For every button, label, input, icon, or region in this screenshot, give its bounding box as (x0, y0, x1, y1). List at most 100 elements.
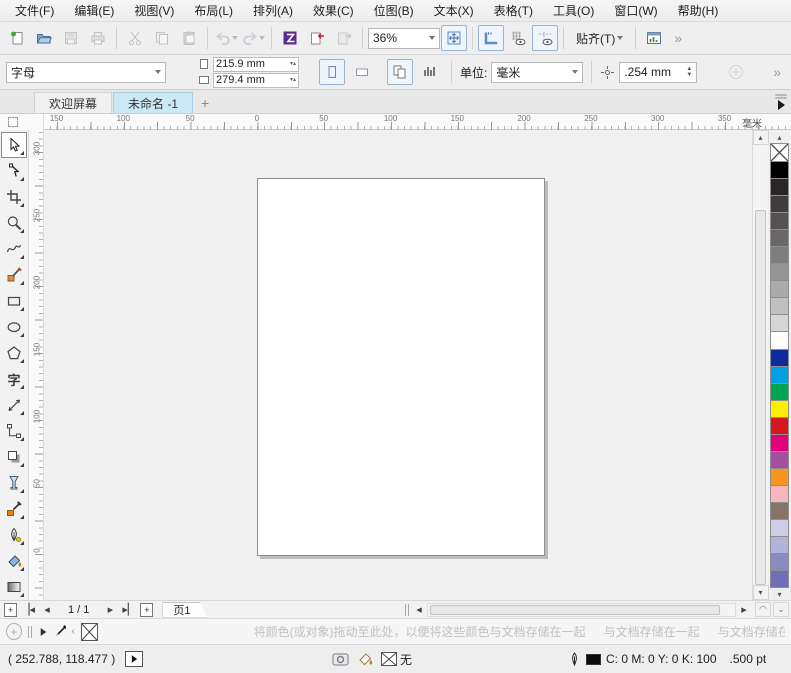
search-content-button[interactable] (277, 25, 303, 51)
spinner-arrows-icon[interactable]: ▲ ▼ (686, 66, 692, 78)
color-swatch[interactable] (771, 554, 788, 572)
undo-dropdown-arrow[interactable] (232, 36, 238, 40)
ellipse-tool[interactable] (1, 314, 27, 340)
new-tab-button[interactable]: + (194, 93, 216, 113)
color-swatch[interactable] (771, 281, 788, 299)
menu-item[interactable]: 排列(A) (244, 0, 302, 21)
text-tool[interactable]: 字 (1, 366, 27, 392)
current-page-button[interactable] (417, 59, 443, 85)
eyedropper-icon[interactable] (53, 624, 66, 639)
portrait-button[interactable] (319, 59, 345, 85)
tab-untitled-1[interactable]: 未命名 -1 (113, 92, 194, 113)
landscape-button[interactable] (349, 59, 375, 85)
menu-item[interactable]: 位图(B) (365, 0, 423, 21)
shape-tool[interactable] (1, 158, 27, 184)
page-width-input[interactable]: 215.9 mm ▾▴ (213, 56, 299, 72)
color-swatch[interactable] (771, 468, 788, 486)
pan-icon[interactable]: ◠ (755, 602, 771, 617)
horizontal-scrollbar-track[interactable] (427, 602, 736, 617)
add-page-end-button[interactable]: + (140, 602, 154, 617)
copy-button[interactable] (149, 25, 175, 51)
redo-dropdown-arrow[interactable] (259, 36, 265, 40)
page-preset-combo[interactable]: 字母 (6, 61, 166, 83)
menu-item[interactable]: 表格(T) (485, 0, 542, 21)
scroll-down-button[interactable]: ▾ (752, 585, 769, 600)
expand-arrow-icon[interactable] (40, 627, 46, 636)
zoom-tool[interactable] (1, 210, 27, 236)
cut-button[interactable] (122, 25, 148, 51)
fill-status-icon[interactable] (357, 651, 373, 667)
options-button[interactable] (641, 25, 667, 51)
document-page[interactable] (257, 178, 545, 556)
color-swatch[interactable] (771, 230, 788, 248)
previous-page-button[interactable]: ◂ (39, 602, 55, 617)
color-swatch[interactable] (771, 213, 788, 231)
scroll-right-button[interactable]: ▸ (736, 602, 752, 617)
connector-tool[interactable] (1, 418, 27, 444)
plus-circle-icon[interactable]: + (6, 623, 22, 640)
tab-welcome-screen[interactable]: 欢迎屏幕 (34, 92, 113, 113)
spinner-arrows-icon[interactable]: ▾▴ (290, 61, 296, 67)
vertical-scrollbar-thumb[interactable] (755, 210, 766, 585)
document-no-color-swatch[interactable] (80, 622, 98, 641)
menu-item[interactable]: 帮助(H) (669, 0, 728, 21)
next-page-button[interactable]: ▸ (102, 602, 118, 617)
export-button[interactable] (331, 25, 357, 51)
new-document-button[interactable] (4, 25, 30, 51)
polygon-tool[interactable] (1, 340, 27, 366)
property-bar-overflow-chevron[interactable]: » (767, 64, 785, 80)
rulers-toggle-button[interactable] (478, 25, 504, 51)
color-swatch[interactable] (771, 571, 788, 588)
horizontal-scrollbar-thumb[interactable] (430, 604, 720, 615)
color-swatch[interactable] (771, 366, 788, 384)
color-eyedropper-tool[interactable] (1, 496, 27, 522)
collapse-arrow-icon[interactable]: ‹ (72, 626, 75, 637)
menu-item[interactable]: 视图(V) (125, 0, 183, 21)
horizontal-ruler[interactable]: 毫米 150 100 50 0 50 100 150 200 250 300 350 (44, 114, 791, 130)
save-button[interactable] (58, 25, 84, 51)
menu-item[interactable]: 窗口(W) (605, 0, 666, 21)
page-tab-1[interactable]: 页1 (162, 602, 207, 618)
color-swatch[interactable] (771, 196, 788, 214)
color-swatch[interactable] (771, 247, 788, 265)
color-swatch[interactable] (771, 162, 788, 180)
menu-item[interactable]: 文件(F) (6, 0, 63, 21)
rectangle-tool[interactable] (1, 288, 27, 314)
splitter-handle-icon[interactable] (27, 625, 32, 638)
grid-toggle-button[interactable] (505, 25, 531, 51)
interactive-fill-tool[interactable] (1, 574, 27, 600)
snap-menu-button[interactable]: 贴齐(T) (569, 25, 630, 51)
parallel-dimension-tool[interactable] (1, 392, 27, 418)
color-swatch[interactable] (771, 349, 788, 367)
open-button[interactable] (31, 25, 57, 51)
color-swatch[interactable] (771, 417, 788, 435)
units-combo[interactable]: 毫米 (491, 61, 584, 83)
color-swatch[interactable] (771, 519, 788, 538)
horizontal-scrollbar[interactable]: ◂ ▸ (405, 602, 752, 617)
nudge-input[interactable]: .254 mm ▲ ▼ (619, 61, 698, 83)
crop-tool[interactable] (1, 184, 27, 210)
spinner-arrows-icon[interactable]: ▾▴ (290, 77, 296, 83)
color-swatch[interactable] (771, 383, 788, 401)
menu-item[interactable]: 编辑(E) (65, 0, 123, 21)
smart-drawing-tool[interactable] (1, 262, 27, 288)
docker-expand-icon[interactable] (777, 100, 785, 110)
color-swatch[interactable] (771, 502, 788, 520)
undo-button[interactable] (213, 25, 239, 51)
page-height-input[interactable]: 279.4 mm ▾▴ (213, 72, 299, 88)
all-pages-button[interactable] (387, 59, 413, 85)
color-swatch[interactable] (771, 315, 788, 333)
document-info-icon[interactable] (332, 652, 349, 667)
color-swatch[interactable] (771, 400, 788, 418)
scroll-up-button[interactable]: ▴ (752, 130, 769, 145)
color-swatch[interactable] (771, 485, 788, 503)
fill-tool[interactable] (1, 548, 27, 574)
zoom-level-combo[interactable]: 36% (368, 27, 440, 49)
first-page-button[interactable]: ▕◂ (20, 602, 36, 617)
menu-item[interactable]: 布局(L) (185, 0, 242, 21)
paste-button[interactable] (176, 25, 202, 51)
guidelines-toggle-button[interactable] (532, 25, 558, 51)
color-swatch[interactable] (771, 451, 788, 469)
menu-item[interactable]: 文本(X) (425, 0, 483, 21)
color-swatch[interactable] (771, 298, 788, 316)
